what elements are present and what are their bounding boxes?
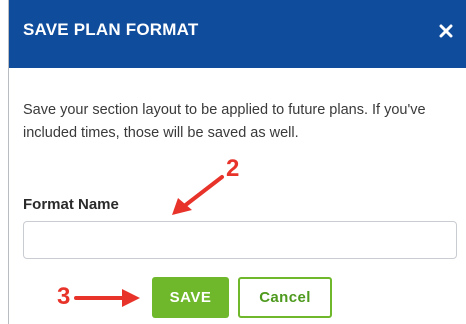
dialog-description: Save your section layout to be applied t… bbox=[23, 102, 426, 141]
format-name-label: Format Name bbox=[23, 196, 119, 213]
dialog-header: SAVE PLAN FORMAT bbox=[9, 0, 466, 68]
save-button[interactable]: SAVE bbox=[152, 277, 229, 318]
step-2-marker: 2 bbox=[226, 155, 240, 182]
cancel-button[interactable]: Cancel bbox=[238, 277, 332, 318]
close-icon bbox=[439, 24, 453, 38]
format-name-input[interactable] bbox=[23, 221, 457, 259]
step-3-marker: 3 bbox=[57, 283, 71, 310]
dialog-title: SAVE PLAN FORMAT bbox=[23, 20, 199, 39]
close-button[interactable] bbox=[435, 20, 457, 42]
